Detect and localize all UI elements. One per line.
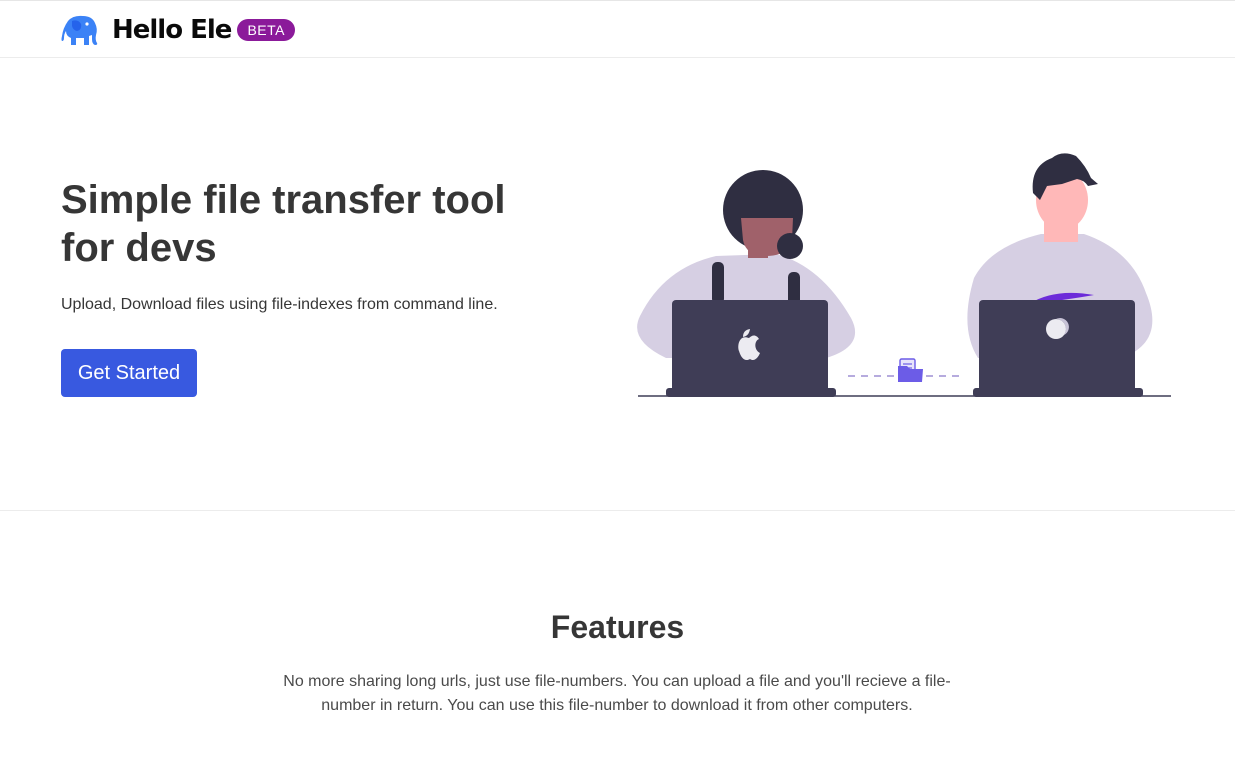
hero-subtitle: Upload, Download files using file-indexe…	[61, 296, 498, 313]
features-title: Features	[550, 609, 685, 645]
features-description: No more sharing long urls, just use file…	[283, 673, 951, 714]
woman-figure	[637, 170, 856, 397]
transfer-folder-icon	[848, 358, 964, 382]
navbar: Hello Ele BETA	[0, 0, 1235, 58]
hero-section: Simple file transfer tool for devs Uploa…	[0, 58, 1235, 511]
brand-name: Hello Ele	[112, 15, 232, 45]
man-figure	[967, 153, 1153, 397]
brand-link[interactable]: Hello Ele BETA	[61, 14, 295, 46]
elephant-icon	[61, 15, 98, 45]
beta-badge: BETA	[237, 19, 295, 41]
developers-illustration	[637, 153, 1171, 397]
get-started-button[interactable]: Get Started	[61, 349, 197, 397]
hero-title: Simple file transfer tool for devs	[61, 178, 506, 270]
